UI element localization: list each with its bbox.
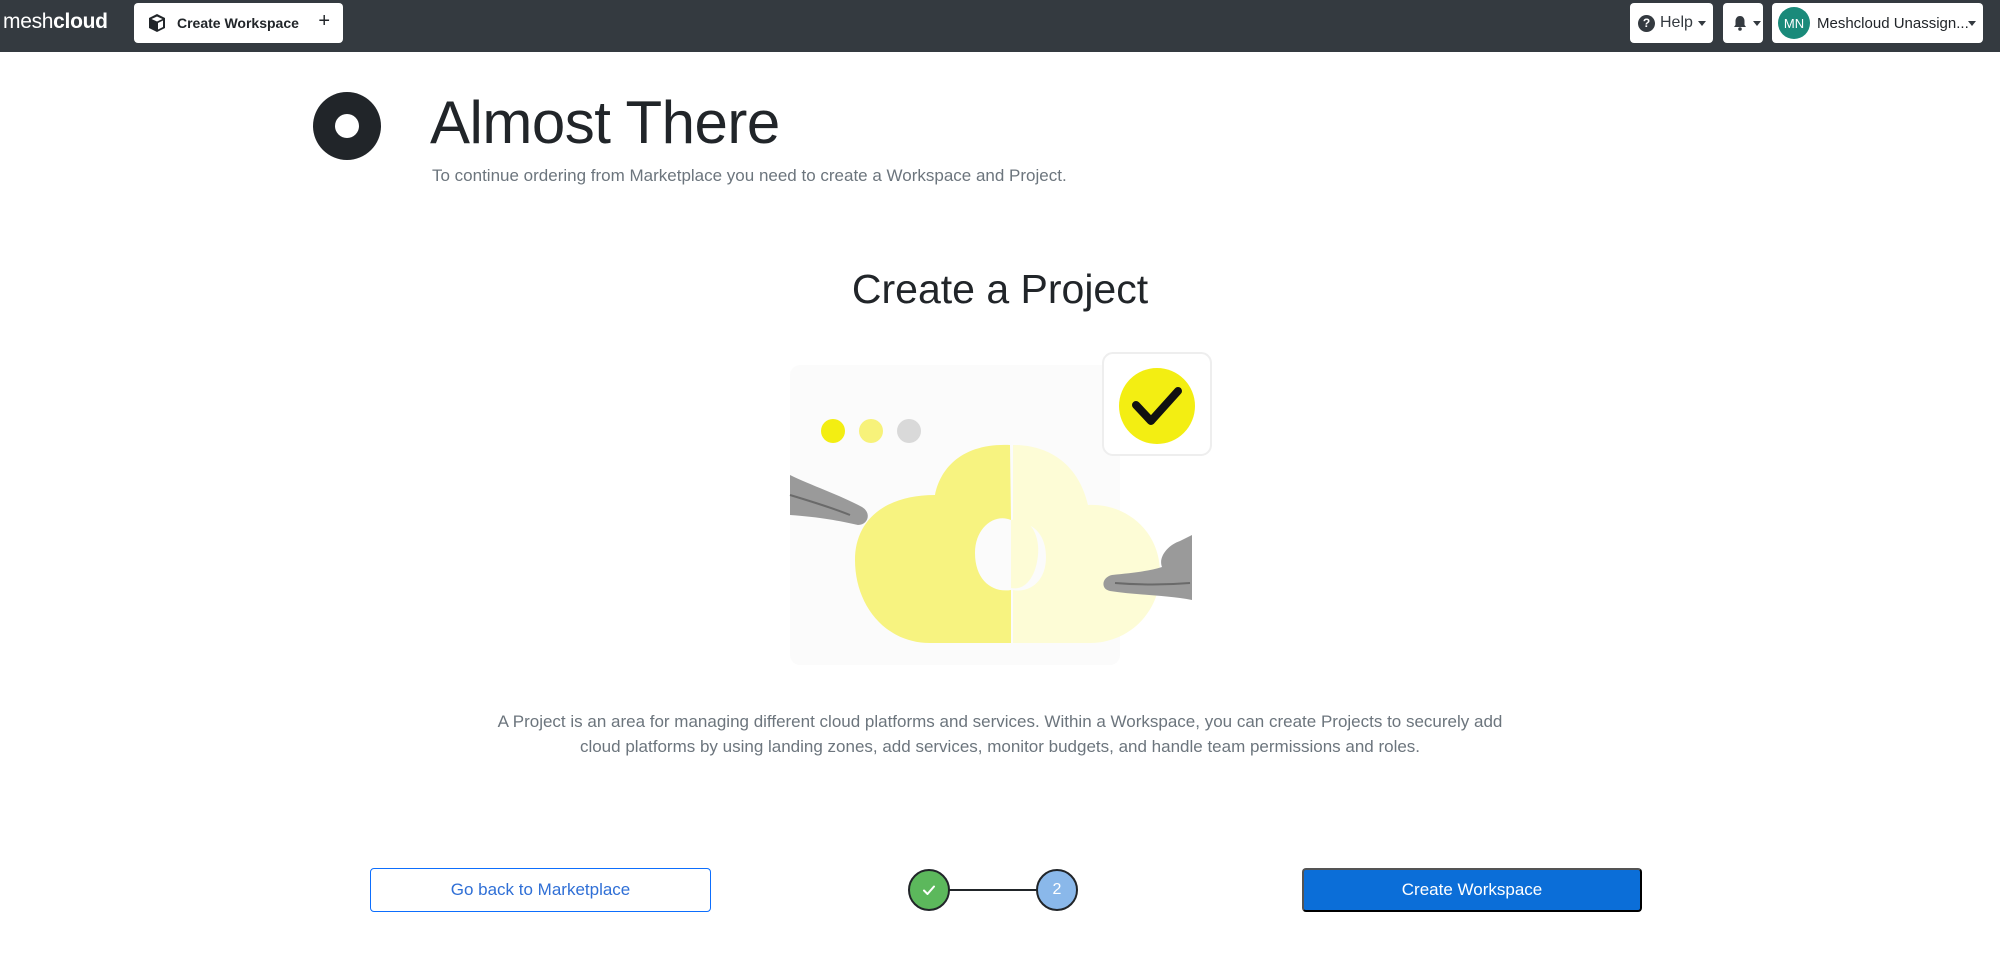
cube-icon — [149, 14, 165, 32]
go-back-to-marketplace-button[interactable]: Go back to Marketplace — [370, 868, 711, 912]
chevron-down-icon — [1968, 21, 1976, 26]
top-navbar: meshcloud Create Workspace + ? Help MN M… — [0, 0, 2000, 52]
add-tab-button[interactable]: + — [318, 11, 330, 31]
bell-icon — [1734, 16, 1746, 31]
page-title: Almost There — [430, 89, 780, 156]
help-label: Help — [1660, 14, 1693, 31]
section-title: Create a Project — [851, 266, 1149, 312]
chevron-down-icon — [1697, 20, 1706, 26]
page-subtitle: To continue ordering from Marketplace yo… — [432, 166, 1067, 185]
user-name: Meshcloud Unassign... — [1817, 14, 1969, 32]
tab-create-workspace[interactable]: Create Workspace + — [134, 3, 343, 43]
progress-stepper: 2 — [908, 869, 1080, 911]
help-dropdown[interactable]: ? Help — [1630, 3, 1713, 43]
avatar: MN — [1778, 7, 1810, 39]
project-puzzle-illustration — [789, 352, 1212, 665]
brand-light: mesh — [3, 10, 54, 33]
tab-label: Create Workspace — [177, 15, 299, 31]
brand-bold: cloud — [53, 10, 108, 33]
create-workspace-button[interactable]: Create Workspace — [1302, 868, 1642, 912]
step-2-current: 2 — [1036, 869, 1078, 911]
stepper-connector — [948, 889, 1038, 891]
user-menu-dropdown[interactable]: MN Meshcloud Unassign... — [1772, 3, 1983, 43]
question-circle-icon: ? — [1638, 14, 1655, 32]
progress-ring-icon — [313, 92, 381, 160]
notifications-dropdown[interactable] — [1723, 3, 1763, 43]
step-1-completed — [908, 869, 950, 911]
chevron-down-icon — [1753, 20, 1761, 26]
check-icon — [923, 885, 935, 895]
meshcloud-logo[interactable]: meshcloud — [3, 10, 108, 34]
section-description: A Project is an area for managing differ… — [497, 712, 1503, 756]
